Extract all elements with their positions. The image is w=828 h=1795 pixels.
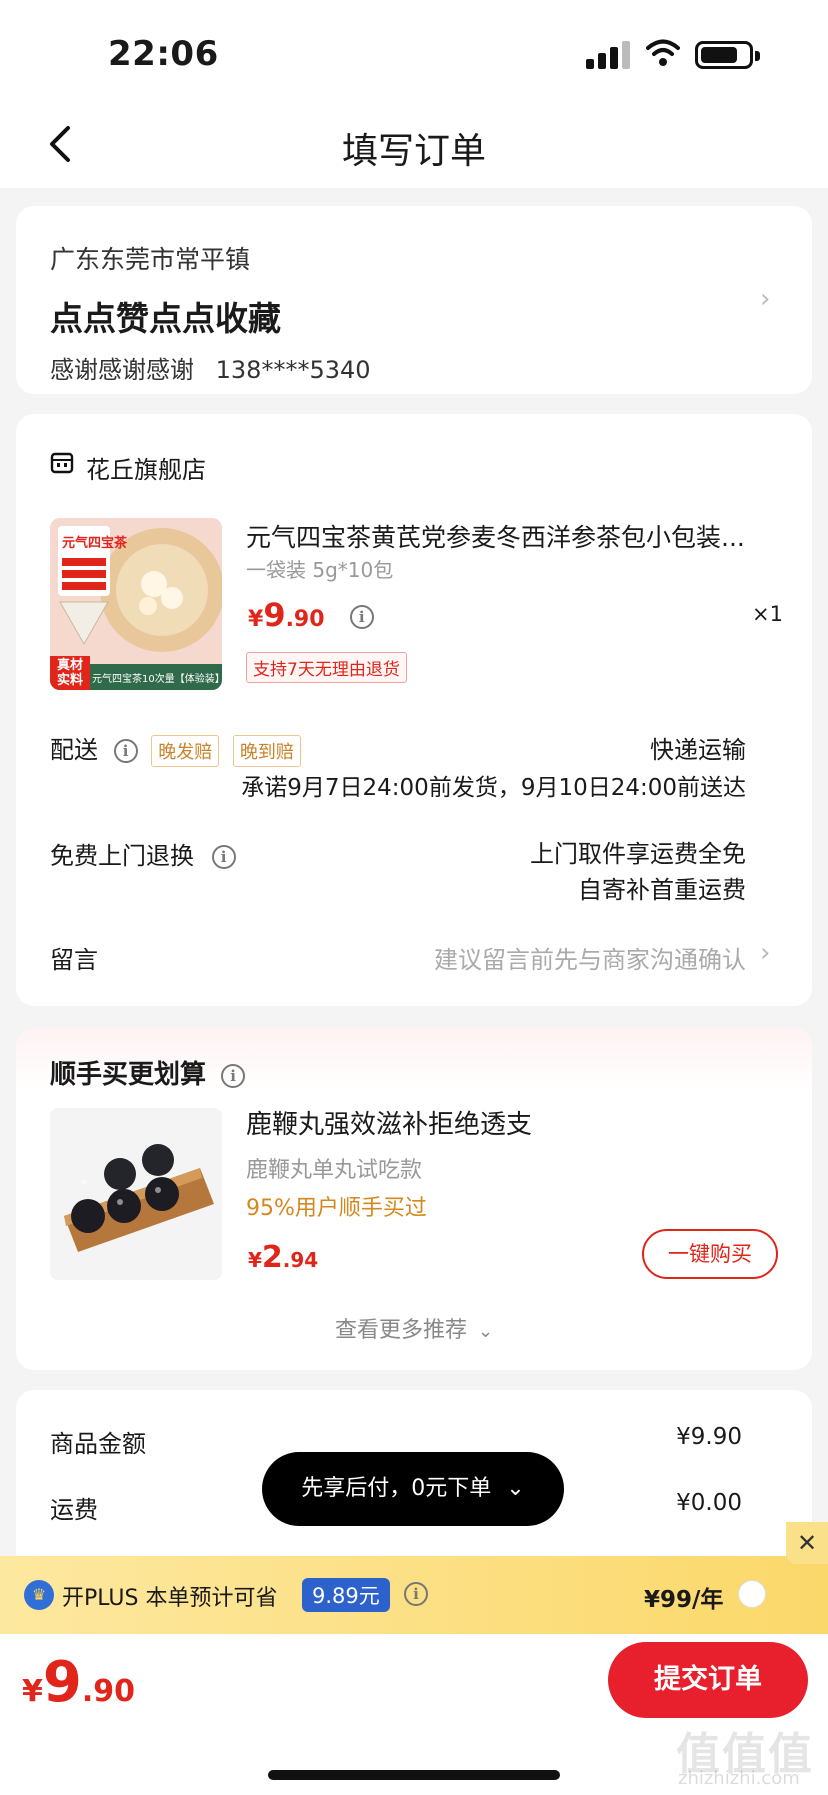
recommend-price: ¥2.94 (248, 1240, 319, 1275)
address-contact: 感谢感谢感谢 138****5340 (50, 350, 385, 385)
return-service-label: 免费上门退换 i (50, 836, 236, 871)
product-title[interactable]: 元气四宝茶黄芪党参麦冬西洋参茶包小包装... (246, 518, 766, 554)
contact-phone: 138****5340 (215, 356, 371, 384)
delivery-promise: 承诺9月7日24:00前发货，9月10日24:00前送达 (241, 775, 746, 801)
chevron-down-icon: ⌄ (477, 1321, 494, 1342)
shipping-label: 运费 (50, 1496, 98, 1524)
late-arrive-tag: 晚到赔 (232, 735, 301, 767)
status-time: 22:06 (108, 34, 219, 74)
plus-price: ¥99/年 (644, 1587, 724, 1613)
product-image-badge: 真材实料 (56, 658, 83, 688)
plus-save-badge: 9.89元 (302, 1578, 390, 1612)
info-icon[interactable]: i (221, 1064, 246, 1088)
home-indicator[interactable] (268, 1770, 560, 1780)
product-price: ¥9.90 i (248, 596, 374, 634)
return-service-line1: 上门取件享运费全免 (530, 840, 746, 868)
store-name[interactable]: 花丘旗舰店 (86, 450, 206, 485)
address-detail: 点点赞点点收藏 (50, 299, 281, 338)
plus-text: 开PLUS 本单预计可省 (62, 1586, 278, 1611)
crown-icon: ♛ (24, 1580, 54, 1610)
recommend-name[interactable]: 鹿鞭丸强效滋补拒绝透支 (246, 1104, 532, 1141)
return-policy-tag: 支持7天无理由退货 (246, 652, 407, 683)
message-label: 留言 (50, 946, 98, 974)
product-image[interactable]: 元气四宝茶 真材实料 元气四宝茶10次量【体验装】 (50, 518, 222, 690)
close-icon[interactable]: ✕ (786, 1522, 828, 1564)
contact-name: 感谢感谢感谢 (50, 356, 194, 384)
signal-icon (586, 41, 630, 69)
total-price: ¥9.90 (22, 1650, 135, 1715)
recommend-title: 顺手买更划算 i (50, 1054, 246, 1091)
product-image-caption: 元气四宝茶10次量【体验装】 (92, 674, 222, 685)
chevron-right-icon[interactable]: › (760, 938, 770, 968)
return-service-line2: 自寄补首重运费 (578, 876, 746, 904)
one-click-buy-button[interactable]: 一键购买 (642, 1229, 778, 1279)
plus-radio[interactable] (738, 1580, 766, 1608)
recommend-image[interactable] (50, 1108, 222, 1280)
pay-later-button[interactable]: 先享后付，0元下单 ⌄ (262, 1452, 564, 1526)
chevron-right-icon[interactable]: › (760, 284, 770, 314)
delivery-method[interactable]: 快递运输 (420, 730, 746, 765)
address-region: 广东东莞市常平镇 (50, 245, 251, 274)
watermark-url: zhizhizhi.com (678, 1768, 800, 1789)
chevron-down-icon: ⌄ (506, 1476, 525, 1501)
message-input[interactable]: 建议留言前先与商家沟通确认 (300, 940, 746, 975)
info-icon[interactable]: i (349, 605, 374, 629)
submit-order-button[interactable]: 提交订单 (608, 1642, 808, 1718)
product-image-label: 元气四宝茶 (62, 536, 128, 551)
info-icon[interactable]: i (113, 739, 138, 763)
battery-icon (695, 41, 760, 69)
goods-amount-value: ¥9.90 (676, 1424, 742, 1450)
more-recommend-link[interactable]: 查看更多推荐 ⌄ (0, 1312, 828, 1344)
delivery-label: 配送 i 晚发赔 晚到赔 (50, 730, 301, 767)
info-icon[interactable]: i (404, 1582, 428, 1606)
wifi-icon (646, 39, 680, 66)
goods-amount-label: 商品金额 (50, 1430, 146, 1458)
recommend-sub: 鹿鞭丸单丸试吃款 (246, 1158, 423, 1183)
store-icon (50, 452, 74, 474)
late-ship-tag: 晚发赔 (151, 735, 220, 767)
product-quantity: ×1 (752, 602, 783, 626)
info-icon[interactable]: i (211, 845, 236, 869)
order-card (16, 414, 812, 1006)
recommend-percent: 95%用户顺手买过 (246, 1196, 427, 1221)
shipping-value: ¥0.00 (676, 1490, 742, 1516)
page-title: 填写订单 (341, 131, 486, 172)
product-spec: 一袋装 5g*10包 (246, 558, 394, 582)
